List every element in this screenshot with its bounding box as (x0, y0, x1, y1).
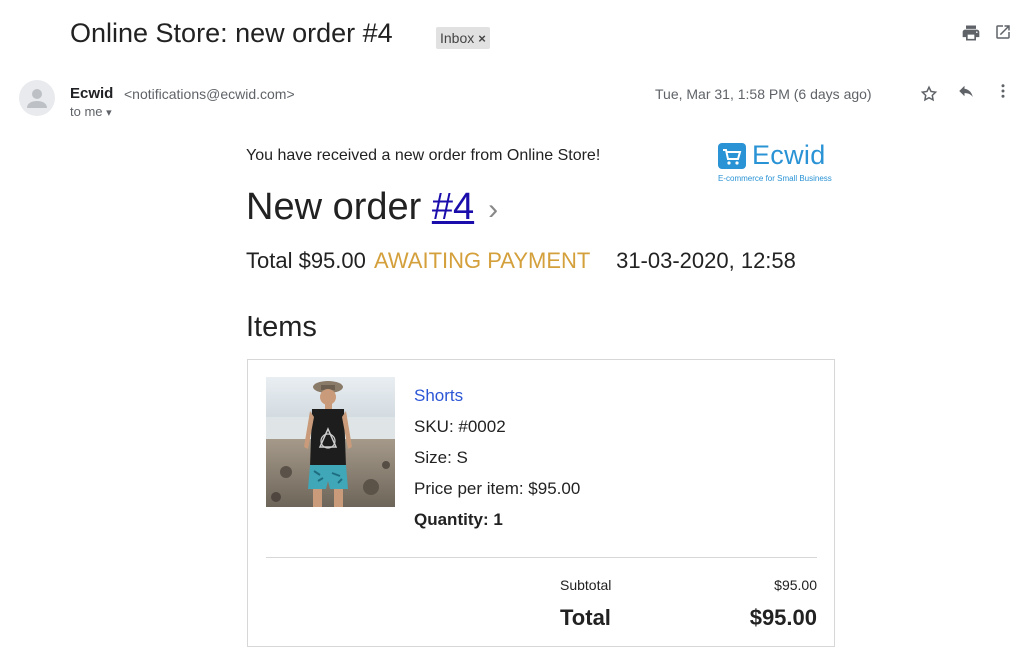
more-vertical-icon[interactable] (994, 82, 1014, 102)
ecwid-logo-text: Ecwid (752, 140, 826, 170)
open-in-new-window-icon[interactable] (994, 23, 1014, 43)
reply-icon[interactable] (957, 82, 977, 102)
order-link[interactable]: #4 (432, 186, 474, 228)
cart-logo-icon (718, 143, 746, 174)
email-subject: Online Store: new order #4 (70, 18, 393, 48)
product-image[interactable] (266, 377, 395, 507)
total-value: $95.00 (749, 605, 817, 630)
chevron-right-icon[interactable]: › (488, 193, 498, 226)
remove-label-icon[interactable]: × (478, 31, 486, 46)
intro-text: You have received a new order from Onlin… (246, 147, 601, 164)
product-quantity: Quantity: 1 (414, 510, 503, 529)
payment-status: AWAITING PAYMENT (374, 248, 590, 273)
chevron-down-icon: ▾ (106, 107, 112, 119)
order-total: Total $95.00 (246, 248, 366, 273)
items-heading: Items (246, 311, 317, 343)
product-name-link[interactable]: Shorts (414, 386, 463, 406)
sender-name: Ecwid (70, 85, 114, 102)
total-label: Total (560, 605, 611, 630)
print-icon[interactable] (961, 23, 981, 43)
sender-email: <notifications@ecwid.com> (124, 86, 295, 102)
product-price: Price per item: $95.00 (414, 479, 581, 498)
product-size: Size: S (414, 448, 468, 467)
product-sku: SKU: #0002 (414, 417, 506, 436)
subtotal-label: Subtotal (560, 577, 612, 593)
sender-avatar[interactable] (19, 80, 55, 116)
inbox-label-text: Inbox (440, 30, 475, 46)
order-datetime: 31-03-2020, 12:58 (616, 248, 796, 273)
order-title-prefix: New order (246, 186, 432, 228)
recipients-label: to me (70, 104, 103, 119)
email-date: Tue, Mar 31, 1:58 PM (6 days ago) (655, 86, 872, 102)
inbox-label-chip[interactable]: Inbox × (436, 27, 490, 49)
person-icon (27, 89, 47, 108)
star-icon[interactable] (920, 85, 940, 105)
recipients-toggle[interactable]: to me ▾ (70, 104, 112, 119)
order-title: New order #4 › (246, 186, 498, 229)
subtotal-value: $95.00 (774, 577, 817, 593)
order-summary-line: Total $95.00 AWAITING PAYMENT 31-03-2020… (246, 248, 796, 274)
ecwid-logo-tagline: E-commerce for Small Business (718, 174, 832, 183)
summary-divider (266, 557, 817, 558)
